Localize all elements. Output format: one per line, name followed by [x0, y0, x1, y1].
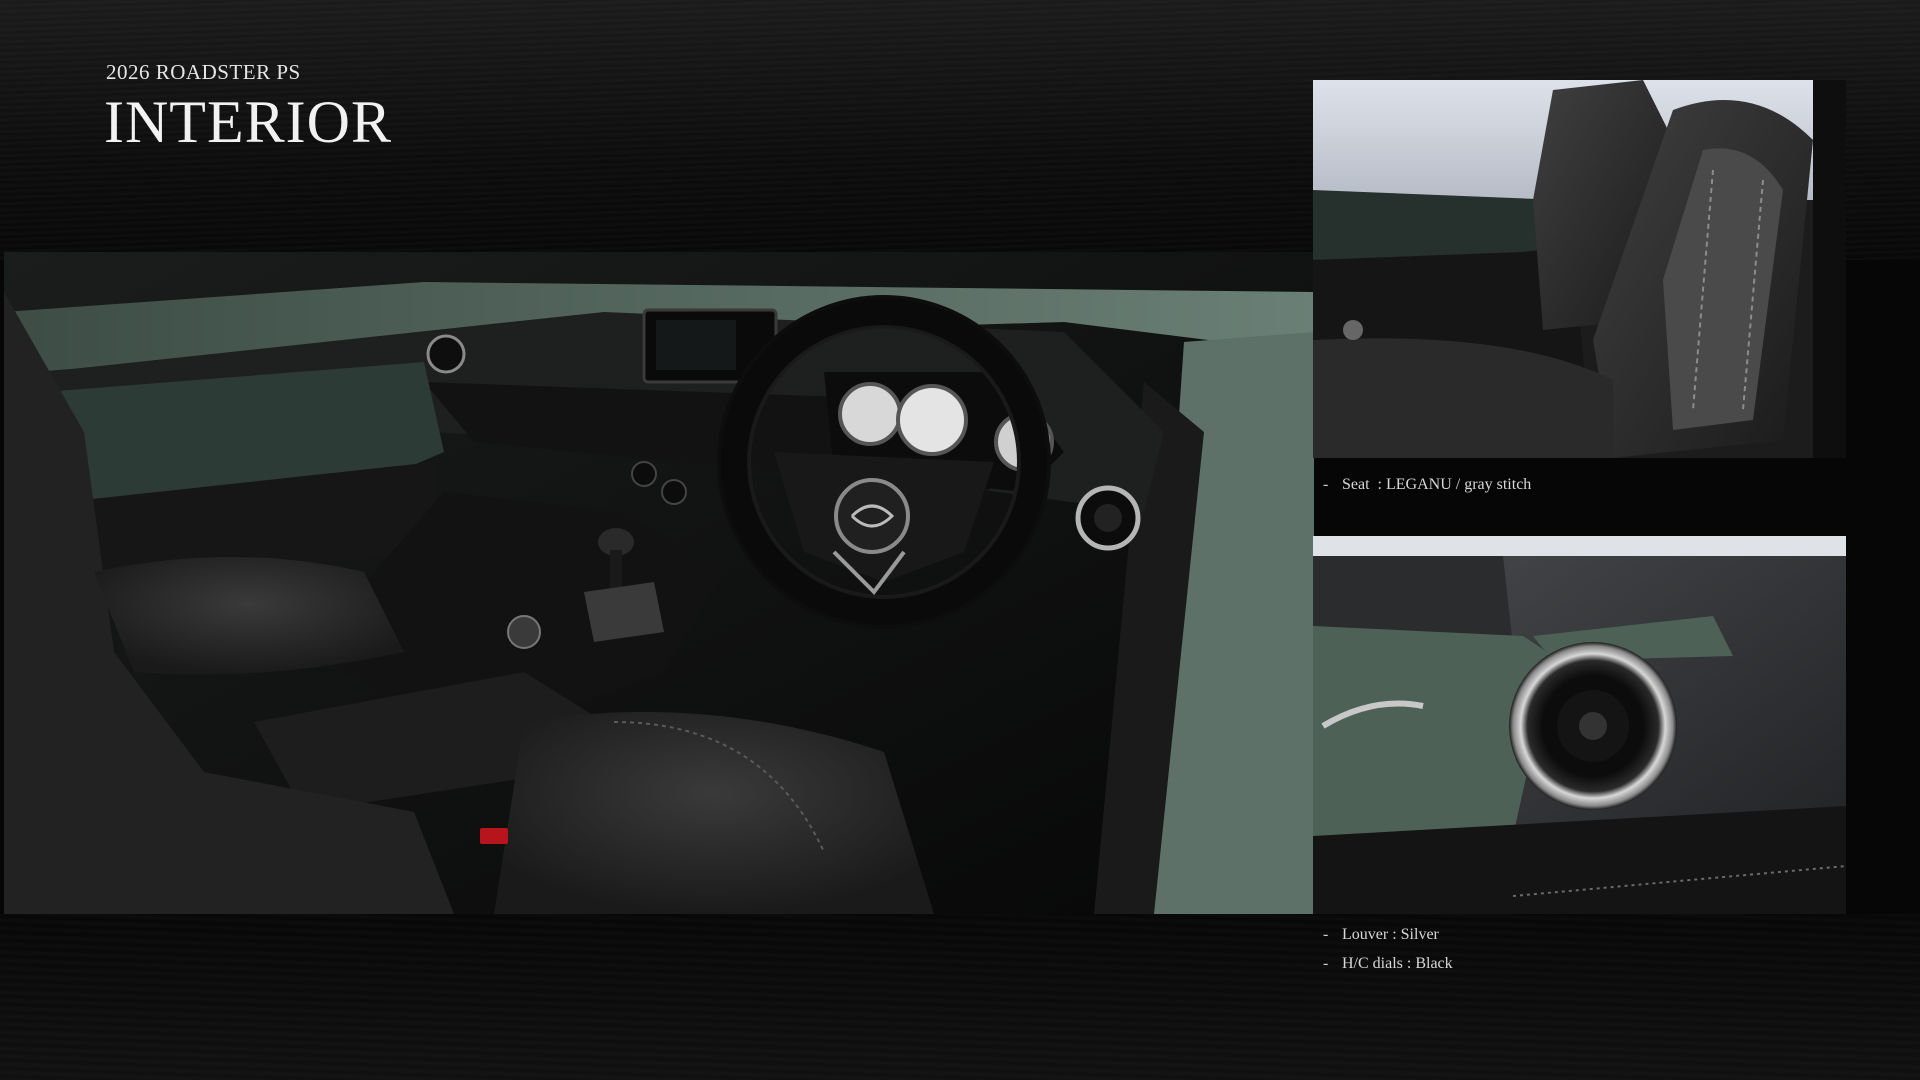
dials-caption: - H/C dials : Black [1323, 955, 1453, 973]
slide-eyebrow: 2026 ROADSTER PS [106, 60, 301, 84]
footer-background [0, 914, 1920, 1080]
dials-caption-text: H/C dials : Black [1342, 955, 1453, 972]
louver-caption-dash: - [1323, 926, 1329, 943]
louver-caption: - Louver : Silver [1323, 926, 1439, 944]
dials-caption-dash: - [1323, 955, 1329, 972]
seat-caption-text: Seat : LEGANU / gray stitch [1342, 476, 1532, 493]
seat-closeup-photo [1313, 80, 1846, 458]
seat-caption: - Seat : LEGANU / gray stitch [1323, 476, 1531, 494]
vent-closeup-photo [1313, 536, 1846, 914]
seat-caption-dash: - [1323, 476, 1329, 493]
main-interior-photo [4, 252, 1314, 914]
louver-caption-text: Louver : Silver [1342, 926, 1439, 943]
slide-title: INTERIOR [104, 89, 392, 155]
